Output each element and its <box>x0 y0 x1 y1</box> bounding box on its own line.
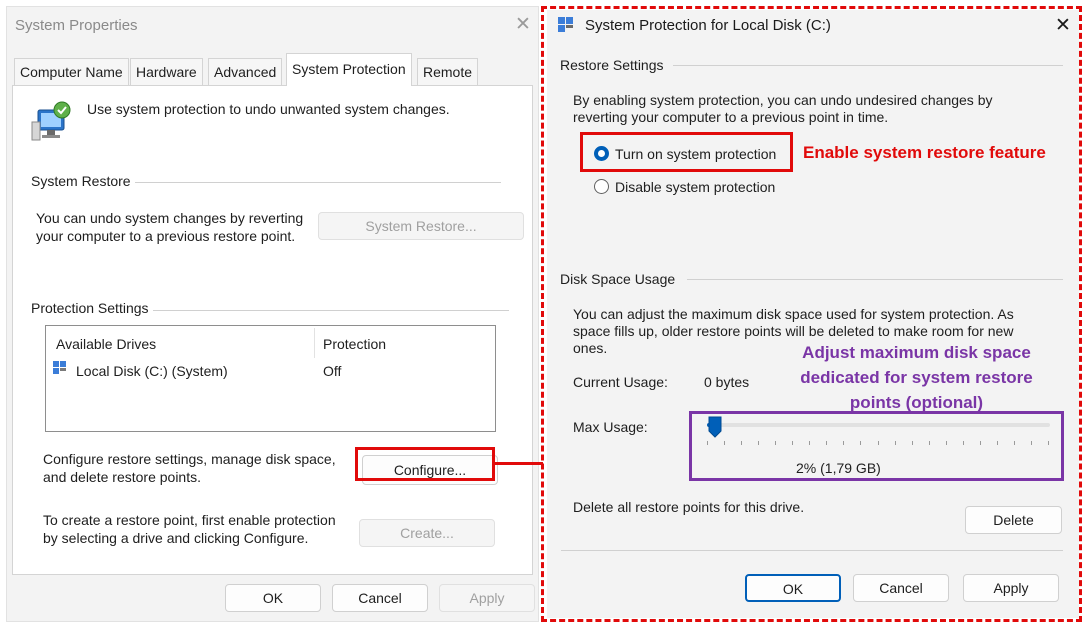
enable-note: Enable system restore feature <box>803 143 1046 162</box>
close-icon[interactable]: ✕ <box>515 13 531 36</box>
configure-highlight-box <box>355 447 495 481</box>
create-button[interactable]: Create... <box>359 519 495 547</box>
cancel-button[interactable]: Cancel <box>332 584 428 612</box>
max-usage-highlight-box <box>689 411 1064 481</box>
protection-settings-group-label: Protection Settings <box>31 300 153 316</box>
drive-name: Local Disk (C:) (System) <box>76 363 228 379</box>
drive-protection-status: Off <box>323 363 342 379</box>
turn-on-highlight-box <box>580 132 793 172</box>
drives-list[interactable]: Available Drives Protection Local Disk (… <box>45 325 496 432</box>
ok-button[interactable]: OK <box>225 584 321 612</box>
tab-system-protection[interactable]: System Protection <box>286 53 412 86</box>
column-separator[interactable] <box>314 328 315 358</box>
system-restore-button[interactable]: System Restore... <box>318 212 524 240</box>
system-protection-icon <box>29 100 73 144</box>
connector-line <box>495 462 543 465</box>
dialog-highlight-frame <box>541 6 1082 622</box>
system-restore-group-label: System Restore <box>31 173 135 189</box>
tab-hardware[interactable]: Hardware <box>130 58 203 85</box>
configure-text-1: Configure restore settings, manage disk … <box>43 451 336 467</box>
tab-computer-name[interactable]: Computer Name <box>14 58 129 85</box>
adjust-note-line-2: dedicated for system restore <box>800 368 1033 387</box>
table-row[interactable]: Local Disk (C:) (System) Off <box>48 357 493 379</box>
create-text-2: by selecting a drive and clicking Config… <box>43 530 309 546</box>
configure-text-2: and delete restore points. <box>43 469 201 485</box>
tab-advanced[interactable]: Advanced <box>208 58 283 85</box>
system-properties-window: System Properties ✕ Computer Name Hardwa… <box>6 6 539 622</box>
system-restore-text-1: You can undo system changes by reverting <box>36 210 304 226</box>
intro-text: Use system protection to undo unwanted s… <box>87 101 450 117</box>
tab-panel: Use system protection to undo unwanted s… <box>12 85 533 575</box>
window-title: System Properties <box>15 17 138 34</box>
adjust-note-line-1: Adjust maximum disk space <box>802 343 1031 362</box>
column-header-protection[interactable]: Protection <box>323 335 386 353</box>
system-restore-text-2: your computer to a previous restore poin… <box>36 228 296 244</box>
column-header-drives[interactable]: Available Drives <box>56 335 156 353</box>
create-text-1: To create a restore point, first enable … <box>43 512 336 528</box>
tab-remote[interactable]: Remote <box>417 58 479 85</box>
apply-button[interactable]: Apply <box>439 584 535 612</box>
adjust-note: Adjust maximum disk space dedicated for … <box>784 340 1049 415</box>
drive-icon <box>53 361 67 375</box>
